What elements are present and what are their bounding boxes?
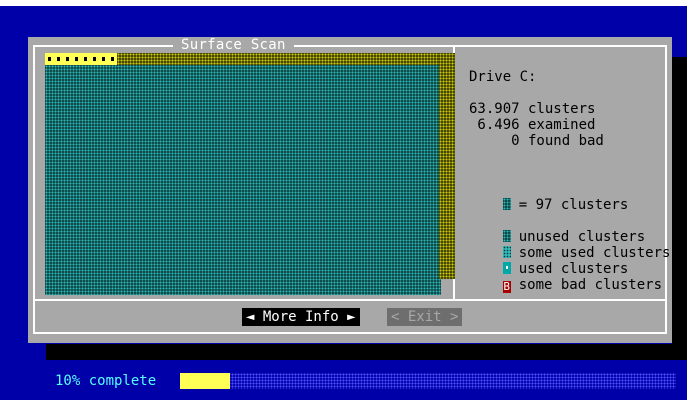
cell-ratio-label: = 97 clusters xyxy=(518,197,629,213)
used-cluster-cell xyxy=(90,53,99,65)
used-cluster-cell xyxy=(81,53,90,65)
clusters-total: 63.907 clusters xyxy=(469,101,596,117)
used-cluster-cell xyxy=(54,53,63,65)
used-cluster-cell xyxy=(63,53,72,65)
cluster-map xyxy=(45,53,455,295)
legend-label: some bad clusters xyxy=(518,277,663,293)
surface-scan-dialog: Surface Scan Drive C: 63.907 clusters 6.… xyxy=(28,37,672,343)
bad-cluster-icon: B xyxy=(502,280,511,293)
exit-button[interactable]: < Exit > xyxy=(387,308,463,326)
drive-label: Drive C: xyxy=(469,69,537,85)
dialog-title: Surface Scan xyxy=(173,37,294,53)
used-cluster-cell xyxy=(108,53,117,65)
clusters-examined: 6.496 examined xyxy=(469,117,596,133)
top-bar xyxy=(0,0,687,6)
cluster-map-pending-row xyxy=(117,53,455,65)
used-cluster-cell xyxy=(99,53,108,65)
progress-bar-fill xyxy=(180,373,230,389)
used-cells-row xyxy=(45,53,117,65)
clusters-found-bad: 0 found bad xyxy=(469,133,604,149)
cluster-map-pending-column xyxy=(439,53,455,279)
progress-bar xyxy=(180,373,676,389)
dialog-shadow-right xyxy=(672,57,687,357)
used-cluster-cell xyxy=(45,53,54,65)
dialog-shadow-bottom xyxy=(46,344,687,360)
used-cluster-cell xyxy=(72,53,81,65)
progress-label: 10% complete xyxy=(55,373,157,389)
more-info-button[interactable]: ◄ More Info ► xyxy=(242,308,360,326)
legend-item-bad: Bsome bad clusters xyxy=(469,261,662,309)
cell-ratio-swatch-icon xyxy=(502,198,511,210)
